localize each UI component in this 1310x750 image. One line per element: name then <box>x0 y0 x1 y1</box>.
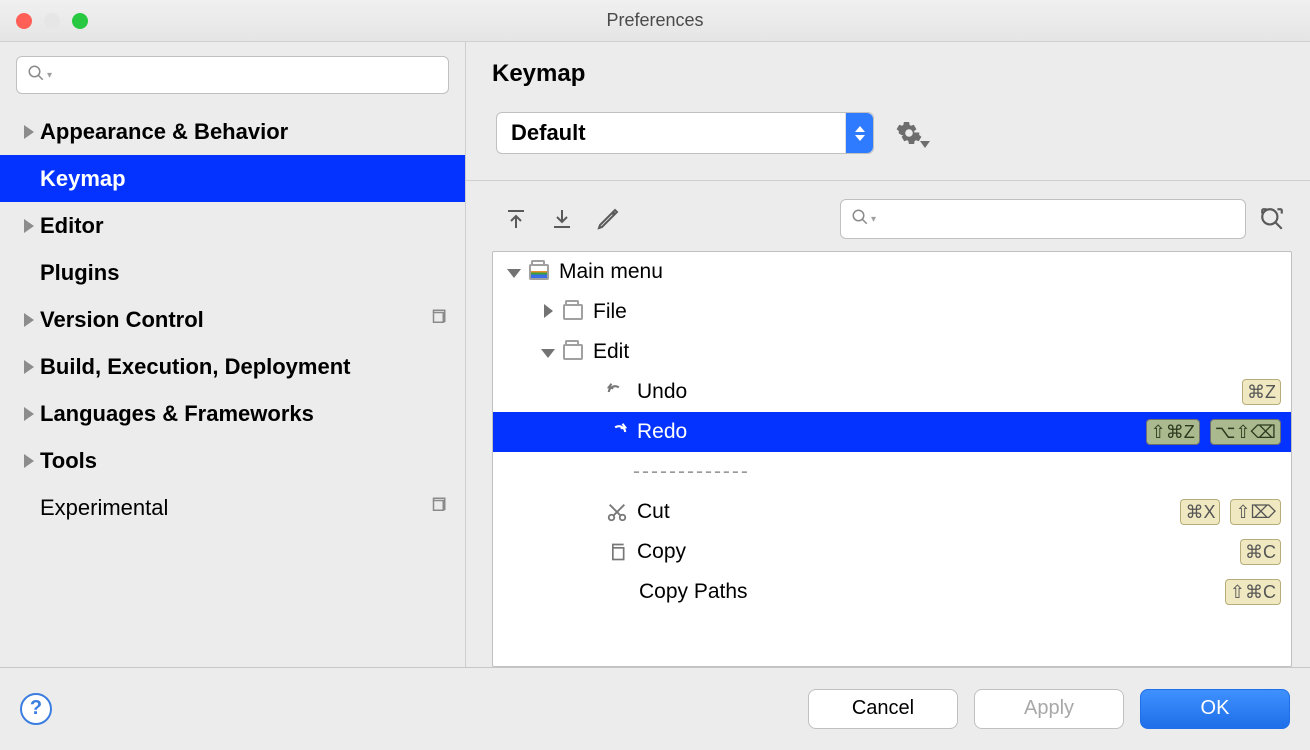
undo-icon <box>603 381 631 403</box>
sidebar-search[interactable]: ▾ <box>16 56 449 94</box>
nav-item-label: Keymap <box>40 166 126 192</box>
tree-label: File <box>593 300 627 324</box>
tree-action-cut[interactable]: Cut ⌘X ⇧⌦ <box>493 492 1291 532</box>
chevron-down-icon <box>920 141 930 148</box>
keymap-settings-button[interactable] <box>896 120 922 146</box>
button-label: OK <box>1201 697 1230 720</box>
button-label: Apply <box>1024 697 1074 720</box>
overridden-icon <box>429 308 447 331</box>
chevron-down-icon <box>541 349 555 358</box>
sidebar-item-appearance-behavior[interactable]: Appearance & Behavior <box>0 108 465 155</box>
tree-action-copy[interactable]: Copy ⌘C <box>493 532 1291 572</box>
tree-label: Redo <box>637 420 687 444</box>
nav-item-label: Plugins <box>40 260 119 286</box>
nav-item-label: Experimental <box>40 495 168 521</box>
tree-separator: ------------- <box>493 452 1291 492</box>
shortcut-badge: ⇧⌦ <box>1230 499 1281 525</box>
tree-label: ------------- <box>633 460 750 484</box>
gear-icon <box>896 120 922 146</box>
chevron-right-icon <box>544 304 553 318</box>
find-shortcut-icon <box>1259 206 1285 232</box>
tree-label: Undo <box>637 380 687 404</box>
help-button[interactable]: ? <box>20 693 52 725</box>
expand-all-icon <box>504 207 528 231</box>
tree-label: Copy Paths <box>639 580 748 604</box>
apply-button[interactable]: Apply <box>974 689 1124 729</box>
chevron-right-icon <box>24 360 34 374</box>
titlebar: Preferences <box>0 0 1310 42</box>
menu-folder-icon <box>525 264 553 280</box>
overridden-icon <box>429 496 447 519</box>
action-search-input[interactable] <box>882 209 1235 229</box>
tree-action-redo[interactable]: Redo ⇧⌘Z ⌥⇧⌫ <box>493 412 1291 452</box>
sidebar-item-editor[interactable]: Editor <box>0 202 465 249</box>
chevron-down-icon: ▾ <box>871 214 876 225</box>
keymap-panel: Keymap Default <box>466 42 1310 667</box>
chevron-right-icon <box>24 407 34 421</box>
keymap-scheme-select[interactable]: Default <box>496 112 874 154</box>
chevron-right-icon <box>24 125 34 139</box>
chevron-down-icon: ▾ <box>47 70 52 81</box>
tree-node-main-menu[interactable]: Main menu <box>493 252 1291 292</box>
collapse-all-button[interactable] <box>542 202 582 236</box>
edit-shortcut-button[interactable] <box>588 202 628 236</box>
nav-item-label: Tools <box>40 448 97 474</box>
search-icon <box>27 64 45 87</box>
tree-action-undo[interactable]: Undo ⌘Z <box>493 372 1291 412</box>
sidebar-item-experimental[interactable]: Experimental <box>0 484 465 531</box>
panel-title: Keymap <box>492 60 1292 88</box>
shortcut-badge: ⌥⇧⌫ <box>1210 419 1281 445</box>
sidebar-item-keymap[interactable]: Keymap <box>0 155 465 202</box>
action-search[interactable]: ▾ <box>840 199 1246 239</box>
folder-icon <box>559 304 587 320</box>
settings-sidebar: ▾ Appearance & Behavior Keymap Editor Pl… <box>0 42 466 667</box>
sidebar-item-version-control[interactable]: Version Control <box>0 296 465 343</box>
tree-node-edit[interactable]: Edit <box>493 332 1291 372</box>
nav-item-label: Version Control <box>40 307 204 333</box>
sidebar-item-plugins[interactable]: Plugins <box>0 249 465 296</box>
chevron-right-icon <box>24 454 34 468</box>
actions-tree[interactable]: Main menu File Edit <box>492 251 1292 667</box>
folder-icon <box>559 344 587 360</box>
shortcut-badge: ⌘X <box>1180 499 1220 525</box>
sidebar-item-languages-frameworks[interactable]: Languages & Frameworks <box>0 390 465 437</box>
cut-icon <box>603 501 631 523</box>
nav-item-label: Appearance & Behavior <box>40 119 288 145</box>
sidebar-search-input[interactable] <box>58 65 438 85</box>
updown-icon <box>845 113 873 153</box>
find-by-shortcut-button[interactable] <box>1252 202 1292 236</box>
sidebar-item-tools[interactable]: Tools <box>0 437 465 484</box>
nav-item-label: Languages & Frameworks <box>40 401 314 427</box>
redo-icon <box>603 421 631 443</box>
tree-node-file[interactable]: File <box>493 292 1291 332</box>
chevron-right-icon <box>24 219 34 233</box>
tree-label: Main menu <box>559 260 663 284</box>
tree-action-copy-paths[interactable]: Copy Paths ⇧⌘C <box>493 572 1291 612</box>
scheme-value: Default <box>511 120 586 146</box>
tree-label: Cut <box>637 500 670 524</box>
expand-all-button[interactable] <box>496 202 536 236</box>
shortcut-badge: ⌘C <box>1240 539 1281 565</box>
search-icon <box>851 208 869 231</box>
sidebar-item-build-execution-deployment[interactable]: Build, Execution, Deployment <box>0 343 465 390</box>
tree-label: Edit <box>593 340 629 364</box>
pencil-icon <box>596 207 620 231</box>
shortcut-badge: ⇧⌘C <box>1225 579 1281 605</box>
chevron-right-icon <box>24 313 34 327</box>
divider <box>466 180 1310 181</box>
shortcut-badge: ⌘Z <box>1242 379 1281 405</box>
copy-icon <box>603 542 631 562</box>
nav-item-label: Build, Execution, Deployment <box>40 354 350 380</box>
cancel-button[interactable]: Cancel <box>808 689 958 729</box>
settings-nav-list: Appearance & Behavior Keymap Editor Plug… <box>0 108 465 531</box>
ok-button[interactable]: OK <box>1140 689 1290 729</box>
chevron-down-icon <box>507 269 521 278</box>
button-label: Cancel <box>852 697 914 720</box>
nav-item-label: Editor <box>40 213 104 239</box>
dialog-footer: ? Cancel Apply OK <box>0 667 1310 749</box>
window-title: Preferences <box>0 10 1310 31</box>
collapse-all-icon <box>550 207 574 231</box>
tree-label: Copy <box>637 540 686 564</box>
shortcut-badge: ⇧⌘Z <box>1146 419 1200 445</box>
